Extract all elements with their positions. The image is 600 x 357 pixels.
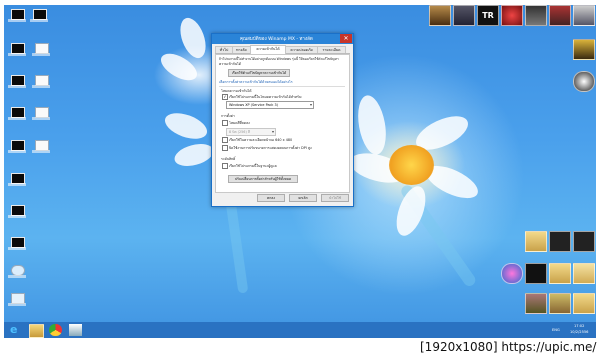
- chrome-icon[interactable]: [49, 324, 62, 336]
- game-shortcut-icon[interactable]: [573, 5, 595, 26]
- manual-settings-link[interactable]: เลือกการตั้งค่าความเข้ากันได้ด้วยตนเองได…: [219, 80, 293, 85]
- desktop-shortcut-icon[interactable]: [8, 9, 26, 23]
- taskbar-app-icon[interactable]: [69, 324, 82, 336]
- apply-button[interactable]: นำไปใช้: [321, 194, 349, 202]
- flower-petal: [172, 140, 216, 170]
- app-shortcut-icon[interactable]: [525, 263, 547, 284]
- reduced-color-checkbox[interactable]: [222, 120, 228, 126]
- tab-security[interactable]: ความปลอดภัย: [285, 46, 318, 53]
- os-select[interactable]: Windows XP (Service Pack 3) ▾: [226, 101, 314, 109]
- app-shortcut-icon[interactable]: [573, 71, 595, 92]
- color-select-value: 8 บิต (256) สี: [229, 130, 250, 134]
- tab-details[interactable]: รายละเอียด: [317, 46, 346, 53]
- chevron-down-icon: ▾: [309, 102, 312, 107]
- video-file-icon[interactable]: [573, 231, 595, 252]
- flower-petal: [175, 14, 211, 62]
- all-users-button[interactable]: ปรับเปลี่ยนการตั้งค่าสำหรับผู้ใช้ทั้งหมด: [228, 175, 298, 183]
- recycle-bin-icon[interactable]: [8, 293, 26, 307]
- ok-button[interactable]: ตกลง: [257, 194, 285, 202]
- folder-icon[interactable]: [573, 263, 595, 284]
- resolution-checkbox[interactable]: [222, 137, 228, 143]
- chevron-down-icon: ▾: [271, 129, 274, 134]
- divider: [219, 86, 345, 87]
- desktop-shortcut-icon[interactable]: [8, 173, 26, 187]
- dpi-checkbox[interactable]: [222, 145, 228, 151]
- close-button[interactable]: ✕: [340, 34, 352, 43]
- cancel-button[interactable]: ยกเลิก: [289, 194, 317, 202]
- compatibility-pane: ถ้าโปรแกรมนี้ไม่ทำงานได้อย่างถูกต้องบน W…: [215, 54, 350, 193]
- reduced-color-label: โหมดสีที่ลดลง: [229, 121, 250, 125]
- desktop-shortcut-icon[interactable]: [8, 237, 26, 251]
- settings-heading: การตั้งค่า: [221, 114, 235, 118]
- tab-shortcut[interactable]: ทางลัด: [232, 46, 251, 53]
- intro-text-2: ความเข้ากันได้: [219, 62, 241, 66]
- privilege-heading: ระดับสิทธิ์: [221, 157, 236, 161]
- game-shortcut-icon[interactable]: [453, 5, 475, 26]
- image-file-icon[interactable]: [525, 293, 547, 314]
- folder-icon[interactable]: [549, 263, 571, 284]
- desktop-shortcut-icon[interactable]: [8, 107, 26, 121]
- desktop-shortcut-icon[interactable]: [32, 75, 50, 89]
- desktop-shortcut-icon[interactable]: [32, 43, 50, 57]
- flower-petal: [353, 93, 391, 157]
- properties-dialog: คุณสมบัติของ Winamp MX - ทางลัด ✕ ทั่วไป…: [211, 33, 354, 207]
- troubleshooter-button[interactable]: เรียกใช้ตัวแก้ไขปัญหาความเข้ากันได้: [228, 69, 290, 77]
- media-disc-icon[interactable]: [501, 263, 523, 284]
- network-icon[interactable]: [8, 265, 26, 279]
- game-shortcut-icon[interactable]: [573, 39, 595, 60]
- desktop-shortcut-icon[interactable]: [8, 140, 26, 154]
- folder-icon[interactable]: [525, 231, 547, 252]
- file-explorer-icon[interactable]: [29, 324, 44, 338]
- tab-general[interactable]: ทั่วไป: [215, 46, 233, 53]
- internet-explorer-icon[interactable]: e: [10, 324, 23, 336]
- admin-checkbox[interactable]: [222, 163, 228, 169]
- desktop-shortcut-icon[interactable]: [8, 205, 26, 219]
- dpi-label: ปิดใช้งานการปรับขนาดการแสดงผลบนการตั้งค่…: [229, 146, 312, 150]
- os-select-value: Windows XP (Service Pack 3): [229, 103, 278, 107]
- game-shortcut-icon[interactable]: [429, 5, 451, 26]
- desktop-shortcut-icon[interactable]: [32, 107, 50, 121]
- color-select[interactable]: 8 บิต (256) สี ▾: [226, 128, 276, 136]
- admin-label: เรียกใช้โปรแกรมนี้ในฐานะผู้ดูแล: [229, 164, 277, 168]
- tab-compatibility[interactable]: ความเข้ากันได้: [250, 45, 286, 54]
- compat-mode-checkbox[interactable]: ✓: [222, 94, 228, 100]
- desktop-shortcut-icon[interactable]: [30, 9, 48, 23]
- folder-icon[interactable]: [573, 293, 595, 314]
- game-shortcut-icon[interactable]: TR: [477, 5, 499, 26]
- video-file-icon[interactable]: [549, 231, 571, 252]
- flower-petal: [161, 108, 211, 144]
- desktop-shortcut-icon[interactable]: [8, 75, 26, 89]
- desktop-shortcut-icon[interactable]: [32, 140, 50, 154]
- dialog-title: คุณสมบัติของ Winamp MX - ทางลัด: [240, 37, 313, 42]
- dialog-titlebar[interactable]: คุณสมบัติของ Winamp MX - ทางลัด ✕: [212, 34, 353, 44]
- flower-center: [389, 145, 434, 185]
- resolution-footer: [1920x1080] https://upic.me/: [420, 340, 597, 354]
- tab-strip: ทั่วไป ทางลัด ความเข้ากันได้ ความปลอดภัย…: [215, 45, 350, 54]
- compat-mode-label: เรียกใช้โปรแกรมนี้ในโหมดความเข้ากันได้สำ…: [229, 95, 303, 99]
- clock-time[interactable]: 17:02: [574, 324, 584, 328]
- game-shortcut-icon[interactable]: [549, 5, 571, 26]
- desktop-shortcut-icon[interactable]: [8, 43, 26, 57]
- image-file-icon[interactable]: [549, 293, 571, 314]
- game-shortcut-icon[interactable]: [501, 5, 523, 26]
- resolution-label: เรียกใช้ในความละเอียดหน้าจอ 640 x 480: [229, 138, 293, 142]
- game-shortcut-icon[interactable]: [525, 5, 547, 26]
- language-indicator[interactable]: ENG: [552, 328, 560, 332]
- taskbar: e ENG 17:02 10/2/2556: [4, 322, 596, 338]
- clock-date[interactable]: 10/2/2556: [570, 330, 588, 334]
